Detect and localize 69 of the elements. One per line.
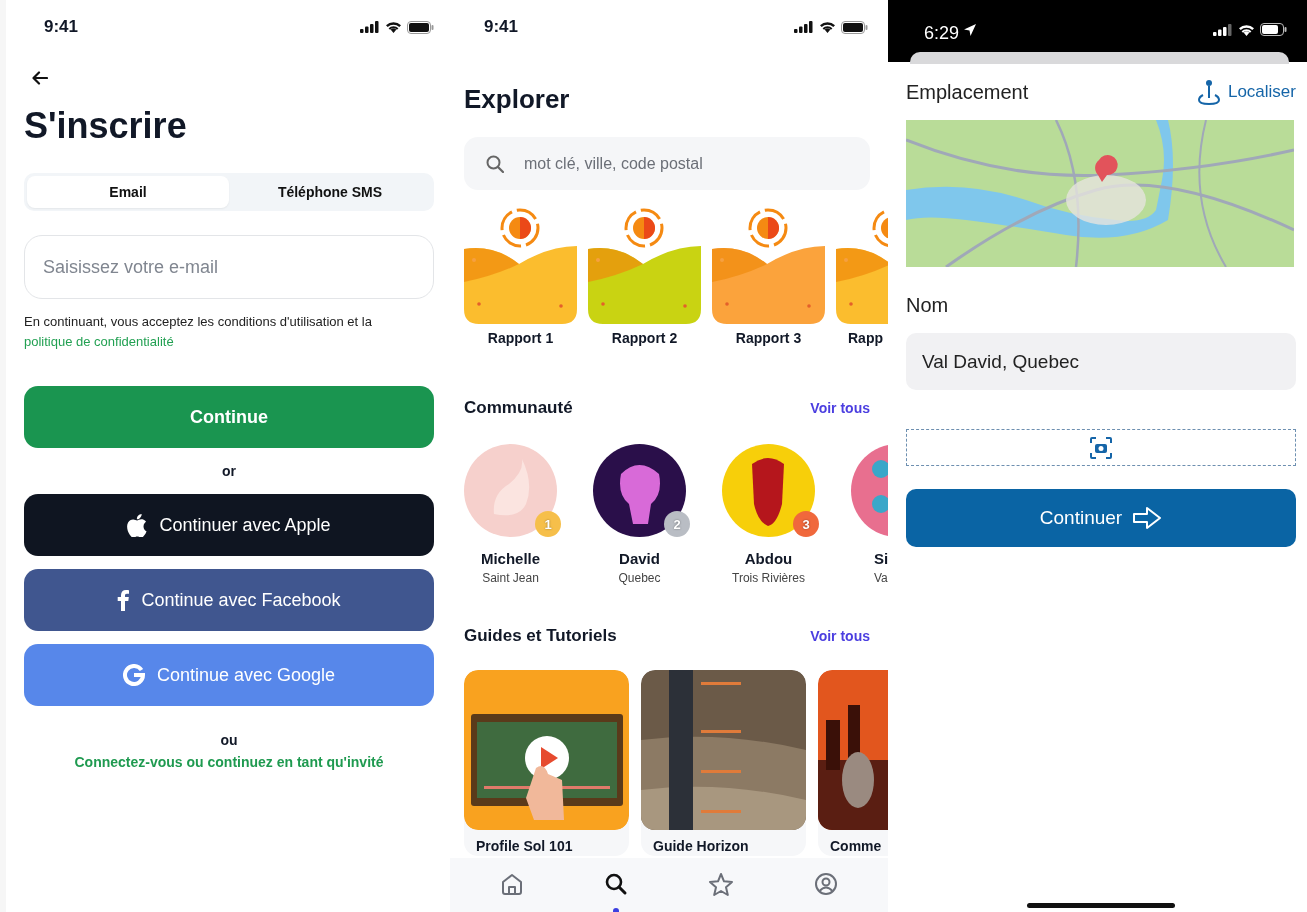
continue-button[interactable]: Continuer xyxy=(906,489,1296,547)
separator-text: or xyxy=(222,463,236,479)
battery-icon xyxy=(841,20,868,34)
wifi-icon xyxy=(1238,23,1255,36)
member-name: David xyxy=(619,550,660,567)
guide-card[interactable]: Guide Horizon xyxy=(641,670,806,856)
member-city: Quebec xyxy=(618,571,661,585)
facebook-login-button[interactable]: Continue avec Facebook xyxy=(24,569,434,631)
tab[interactable]: Email xyxy=(27,176,229,208)
page-title: Explorer xyxy=(464,84,571,115)
signal-icon xyxy=(794,21,814,33)
apple-login-button[interactable]: Continuer avec Apple xyxy=(24,494,434,556)
member-name: Michelle xyxy=(480,550,541,567)
back-arrow-icon[interactable] xyxy=(32,71,48,85)
locate-button[interactable]: Localiser xyxy=(1197,79,1296,105)
profile-icon xyxy=(814,871,838,896)
guide-title: Profile Sol 101 xyxy=(475,837,574,854)
battery-icon xyxy=(1260,23,1287,36)
photo-upload-area[interactable] xyxy=(906,429,1296,466)
section-title: Communauté xyxy=(464,398,573,418)
wifi-icon xyxy=(385,21,402,33)
camera-icon xyxy=(1090,436,1112,459)
search-icon xyxy=(486,155,504,173)
arrow-right-icon xyxy=(1132,506,1163,530)
report-label: Rapport 3 xyxy=(735,330,802,346)
email-field[interactable]: Saisissez votre e-mail xyxy=(24,235,434,299)
star-icon xyxy=(708,871,734,896)
signal-icon xyxy=(1213,23,1233,36)
report-label: Rapport 2 xyxy=(611,330,678,346)
member-name: Si xyxy=(873,550,888,567)
rank-badge: 2 xyxy=(664,511,690,537)
rank-badge: 1 xyxy=(535,511,561,537)
report-label: Rapp xyxy=(847,330,883,346)
report-label: Rapport 1 xyxy=(487,330,554,346)
guide-title: Comme xyxy=(829,837,883,854)
section-title: Guides et Tutoriels xyxy=(464,626,617,646)
guide-card[interactable]: Comme xyxy=(818,670,888,856)
search-field[interactable]: mot clé, ville, code postal xyxy=(464,137,870,190)
member-city: Saint Jean xyxy=(482,571,539,585)
location-arrow-icon xyxy=(963,23,978,37)
section-title: Emplacement xyxy=(906,80,1029,104)
see-all-link[interactable]: Voir tous xyxy=(810,628,870,644)
guide-title: Guide Horizon xyxy=(652,837,750,854)
signal-icon xyxy=(360,21,380,33)
guest-link[interactable]: Connectez-vous ou continuez en tant qu'invité xyxy=(74,754,384,770)
wifi-icon xyxy=(819,21,836,33)
terms-text: En continuant, vous acceptez les conditions d'utilisation et la politique de confidentialité xyxy=(24,313,373,351)
rank-badge: 3 xyxy=(793,511,819,537)
tab[interactable]: Téléphone SMS xyxy=(229,176,431,208)
battery-icon xyxy=(407,20,434,34)
status-time: 9:41 xyxy=(44,17,79,37)
name-field[interactable]: Val David, Quebec xyxy=(906,333,1296,390)
page-title: S'inscrire xyxy=(24,105,188,147)
search-icon xyxy=(604,871,628,896)
apple-icon xyxy=(127,513,148,537)
status-time: 6:29 xyxy=(924,23,960,44)
member-city: Trois Rivières xyxy=(732,571,805,585)
status-time: 9:41 xyxy=(484,17,519,37)
guide-card[interactable]: Profile Sol 101 xyxy=(464,670,629,856)
location-pin-icon xyxy=(1197,79,1220,105)
separator-text: ou xyxy=(220,732,238,748)
member-name: Abdou xyxy=(744,550,793,567)
field-label: Nom xyxy=(906,294,950,317)
member-city: Va xyxy=(873,571,888,585)
continue-button[interactable]: Continue xyxy=(24,386,434,448)
home-icon xyxy=(500,871,524,896)
facebook-icon xyxy=(117,589,130,611)
google-icon xyxy=(122,664,145,686)
see-all-link[interactable]: Voir tous xyxy=(810,400,870,416)
